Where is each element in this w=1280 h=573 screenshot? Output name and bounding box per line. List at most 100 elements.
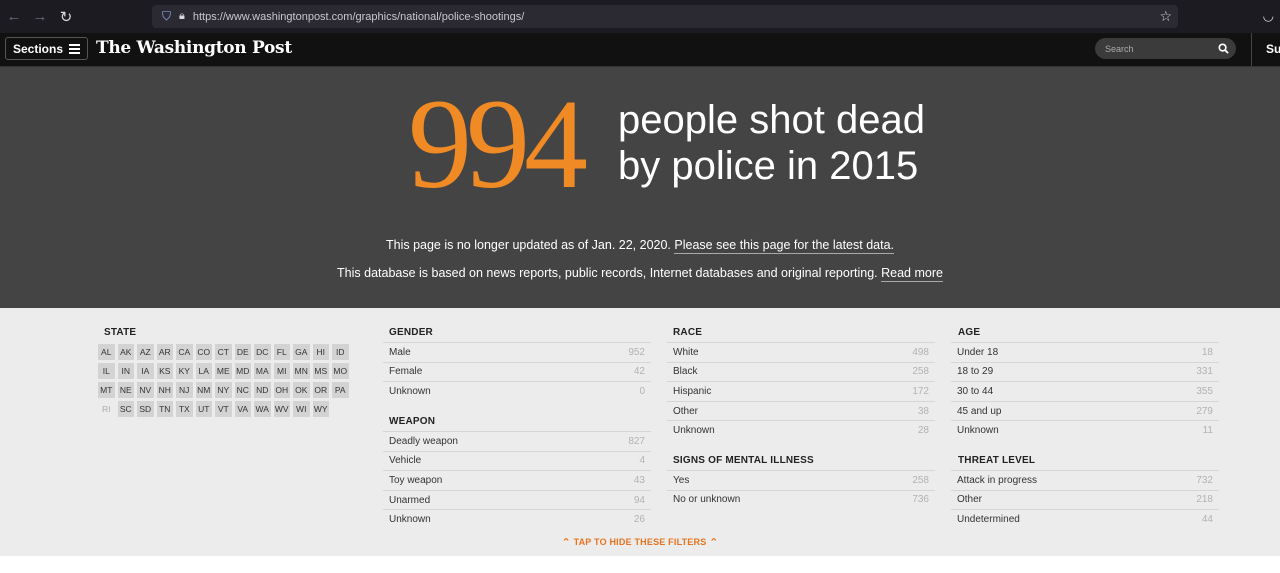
- state-button-al[interactable]: AL: [98, 344, 115, 360]
- forward-arrow-icon[interactable]: →: [27, 8, 53, 25]
- state-button-ms[interactable]: MS: [312, 363, 329, 379]
- state-button-de[interactable]: DE: [234, 344, 251, 360]
- state-button-mo[interactable]: MO: [332, 363, 349, 379]
- state-button-in[interactable]: IN: [117, 363, 134, 379]
- state-button-oh[interactable]: OH: [273, 382, 290, 398]
- state-button-wa[interactable]: WA: [254, 401, 271, 417]
- filter-option[interactable]: Unarmed 94: [383, 489, 651, 510]
- state-button-ct[interactable]: CT: [215, 344, 232, 360]
- read-more-link[interactable]: Read more: [881, 266, 943, 282]
- filter-option-count: 827: [628, 435, 645, 447]
- weapon-filter-title: WEAPON: [389, 416, 436, 427]
- state-button-sc[interactable]: SC: [117, 401, 134, 417]
- state-button-nv[interactable]: NV: [137, 382, 154, 398]
- update-notice-text: This page is no longer updated as of Jan…: [385, 238, 671, 252]
- filter-option[interactable]: Toy weapon 43: [383, 470, 651, 490]
- filter-option[interactable]: Unknown 0: [383, 381, 651, 401]
- state-button-id[interactable]: ID: [332, 344, 349, 360]
- chevron-up-icon: ⌃: [561, 537, 571, 549]
- state-button-mi[interactable]: MI: [273, 363, 290, 379]
- filter-option[interactable]: Undetermined 44: [951, 509, 1219, 529]
- filter-option[interactable]: Male 952: [383, 342, 651, 362]
- state-button-tn[interactable]: TN: [156, 401, 173, 417]
- state-button-ne[interactable]: NE: [117, 382, 134, 398]
- filter-option[interactable]: Yes 258: [667, 470, 935, 490]
- pocket-icon[interactable]: ◡: [1263, 8, 1274, 24]
- state-button-ut[interactable]: UT: [195, 401, 212, 417]
- state-button-fl[interactable]: FL: [273, 344, 290, 360]
- lock-icon[interactable]: 🔒︎: [179, 10, 185, 23]
- filter-option-count: 732: [1196, 474, 1213, 486]
- filter-option[interactable]: 45 and up 279: [951, 400, 1219, 421]
- filter-option[interactable]: Hispanic 172: [667, 381, 935, 401]
- filter-option-label: White: [673, 346, 699, 358]
- state-button-wi[interactable]: WI: [293, 401, 310, 417]
- subscribe-link[interactable]: Su: [1266, 42, 1280, 56]
- state-button-nd[interactable]: ND: [254, 382, 271, 398]
- state-button-ks[interactable]: KS: [156, 363, 173, 379]
- url-text[interactable]: https://www.washingtonpost.com/graphics/…: [193, 11, 524, 23]
- site-header: Sections The Washington Post Su: [0, 33, 1280, 67]
- hide-filters-button[interactable]: ⌃ TAP TO HIDE THESE FILTERS ⌃: [0, 536, 1280, 549]
- reload-icon[interactable]: ↻: [53, 8, 79, 26]
- state-button-ma[interactable]: MA: [254, 363, 271, 379]
- state-button-mn[interactable]: MN: [293, 363, 310, 379]
- address-bar[interactable]: ⛉ 🔒︎ https://www.washingtonpost.com/grap…: [152, 5, 1178, 28]
- shield-icon[interactable]: ⛉: [162, 9, 171, 24]
- state-button-la[interactable]: LA: [195, 363, 212, 379]
- state-button-tx[interactable]: TX: [176, 401, 193, 417]
- filter-option[interactable]: Unknown 28: [667, 420, 935, 440]
- state-button-nh[interactable]: NH: [156, 382, 173, 398]
- race-filter-title: RACE: [673, 327, 703, 338]
- state-button-hi[interactable]: HI: [312, 344, 329, 360]
- state-button-ia[interactable]: IA: [137, 363, 154, 379]
- state-button-wy[interactable]: WY: [312, 401, 329, 417]
- state-button-dc[interactable]: DC: [254, 344, 271, 360]
- bookmark-star-icon[interactable]: ☆: [1159, 8, 1172, 25]
- filter-option-label: 30 to 44: [957, 385, 994, 397]
- filter-option[interactable]: Other 38: [667, 400, 935, 421]
- state-button-ky[interactable]: KY: [176, 363, 193, 379]
- state-button-ny[interactable]: NY: [215, 382, 232, 398]
- state-button-az[interactable]: AZ: [137, 344, 154, 360]
- state-button-ca[interactable]: CA: [176, 344, 193, 360]
- filter-option[interactable]: Unknown 11: [951, 420, 1219, 440]
- state-button-ga[interactable]: GA: [293, 344, 310, 360]
- filter-option[interactable]: Female 42: [383, 361, 651, 382]
- state-button-il[interactable]: IL: [98, 363, 115, 379]
- search-button[interactable]: [1211, 38, 1236, 59]
- state-button-pa[interactable]: PA: [332, 382, 349, 398]
- sections-button[interactable]: Sections: [5, 37, 89, 60]
- hamburger-icon: [69, 42, 81, 56]
- state-button-md[interactable]: MD: [234, 363, 251, 379]
- state-button-sd[interactable]: SD: [137, 401, 154, 417]
- state-button-wv[interactable]: WV: [273, 401, 290, 417]
- latest-data-link[interactable]: Please see this page for the latest data…: [674, 238, 894, 254]
- state-button-nm[interactable]: NM: [195, 382, 212, 398]
- state-button-ak[interactable]: AK: [117, 344, 134, 360]
- state-button-co[interactable]: CO: [195, 344, 212, 360]
- state-button-vt[interactable]: VT: [215, 401, 232, 417]
- state-button-ok[interactable]: OK: [293, 382, 310, 398]
- state-button-nc[interactable]: NC: [234, 382, 251, 398]
- filter-option[interactable]: Deadly weapon 827: [383, 431, 651, 451]
- filter-option[interactable]: Unknown 26: [383, 509, 651, 529]
- search-input[interactable]: [1095, 38, 1211, 59]
- state-button-me[interactable]: ME: [215, 363, 232, 379]
- filter-option[interactable]: Vehicle 4: [383, 450, 651, 471]
- state-button-ar[interactable]: AR: [156, 344, 173, 360]
- filter-option[interactable]: Under 18 18: [951, 342, 1219, 362]
- filter-option[interactable]: Black 258: [667, 361, 935, 382]
- filter-option[interactable]: 30 to 44 355: [951, 381, 1219, 401]
- filter-option[interactable]: No or unknown 736: [667, 489, 935, 510]
- state-button-or[interactable]: OR: [312, 382, 329, 398]
- state-button-mt[interactable]: MT: [98, 382, 115, 398]
- back-arrow-icon[interactable]: ←: [1, 8, 27, 25]
- filter-option[interactable]: White 498: [667, 342, 935, 362]
- filter-option[interactable]: 18 to 29 331: [951, 361, 1219, 382]
- washington-post-logo[interactable]: The Washington Post: [96, 38, 292, 58]
- filter-option[interactable]: Attack in progress 732: [951, 470, 1219, 490]
- state-button-va[interactable]: VA: [234, 401, 251, 417]
- filter-option[interactable]: Other 218: [951, 489, 1219, 510]
- state-button-nj[interactable]: NJ: [176, 382, 193, 398]
